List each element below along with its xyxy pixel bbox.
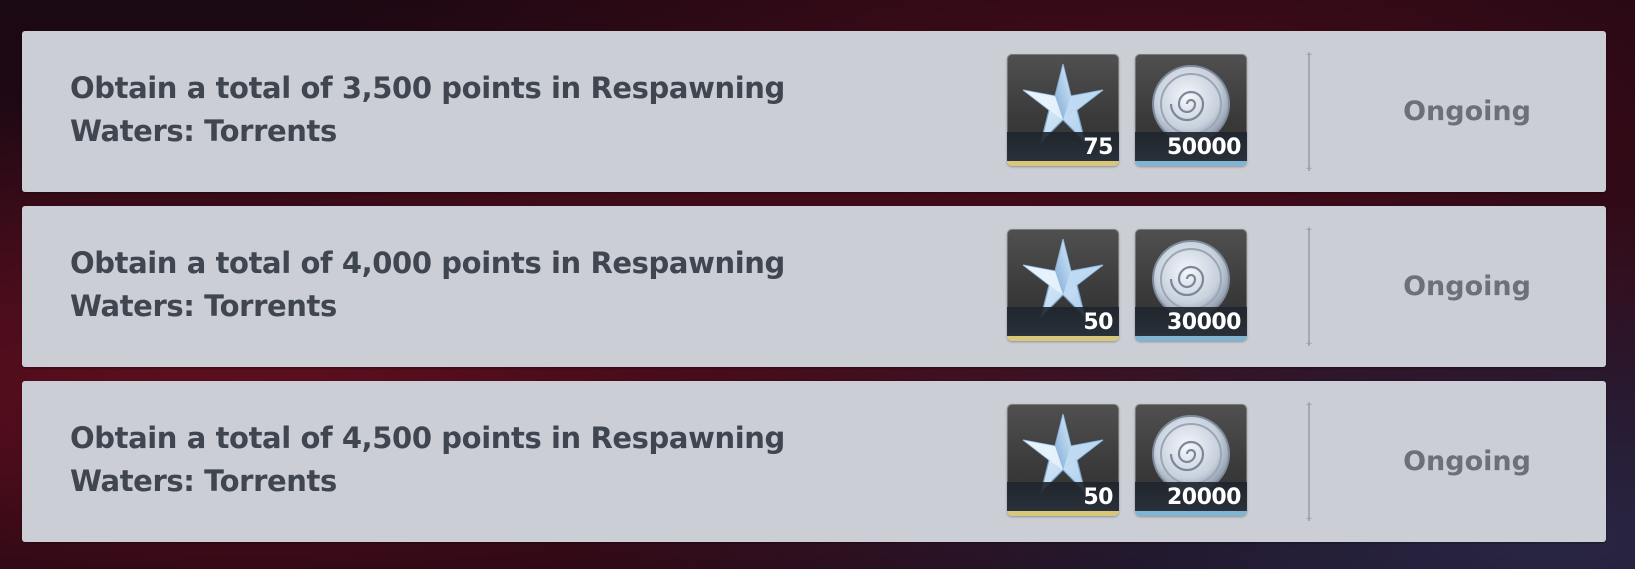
divider-cap-icon: ÷ bbox=[1305, 164, 1313, 174]
divider-cap-icon: ÷ bbox=[1305, 225, 1313, 235]
task-title: Obtain a total of 4,000 points in Respaw… bbox=[70, 246, 785, 323]
divider: ÷ ÷ bbox=[1305, 225, 1313, 349]
divider-cap-icon: ÷ bbox=[1305, 400, 1313, 410]
reward-item[interactable]: 50 bbox=[1007, 404, 1119, 516]
divider-cap-icon: ÷ bbox=[1305, 50, 1313, 60]
task-row: Obtain a total of 4,000 points in Respaw… bbox=[22, 206, 1606, 367]
reward-quantity: 50000 bbox=[1166, 135, 1242, 160]
reward-list: 50 20000 bbox=[1007, 404, 1247, 516]
reward-list: 75 50000 bbox=[1007, 54, 1247, 166]
reward-quantity: 50 bbox=[1083, 485, 1113, 510]
status-label: Ongoing bbox=[1403, 271, 1531, 302]
reward-quantity: 50 bbox=[1083, 310, 1113, 335]
reward-item[interactable]: 50000 bbox=[1135, 54, 1247, 166]
status-label: Ongoing bbox=[1403, 446, 1531, 477]
reward-quantity: 75 bbox=[1083, 135, 1113, 160]
task-title: Obtain a total of 4,500 points in Respaw… bbox=[70, 421, 785, 498]
reward-list: 50 30000 bbox=[1007, 229, 1247, 341]
task-title: Obtain a total of 3,500 points in Respaw… bbox=[70, 71, 785, 148]
reward-item[interactable]: 30000 bbox=[1135, 229, 1247, 341]
task-row: Obtain a total of 3,500 points in Respaw… bbox=[22, 31, 1606, 192]
divider: ÷ ÷ bbox=[1305, 400, 1313, 524]
reward-quantity: 20000 bbox=[1166, 485, 1242, 510]
reward-item[interactable]: 20000 bbox=[1135, 404, 1247, 516]
reward-item[interactable]: 75 bbox=[1007, 54, 1119, 166]
status-label: Ongoing bbox=[1403, 96, 1531, 127]
reward-item[interactable]: 50 bbox=[1007, 229, 1119, 341]
task-row: Obtain a total of 4,500 points in Respaw… bbox=[22, 381, 1606, 542]
task-list: Obtain a total of 3,500 points in Respaw… bbox=[22, 31, 1606, 556]
divider-cap-icon: ÷ bbox=[1305, 514, 1313, 524]
divider-cap-icon: ÷ bbox=[1305, 339, 1313, 349]
reward-quantity: 30000 bbox=[1166, 310, 1242, 335]
divider: ÷ ÷ bbox=[1305, 50, 1313, 174]
